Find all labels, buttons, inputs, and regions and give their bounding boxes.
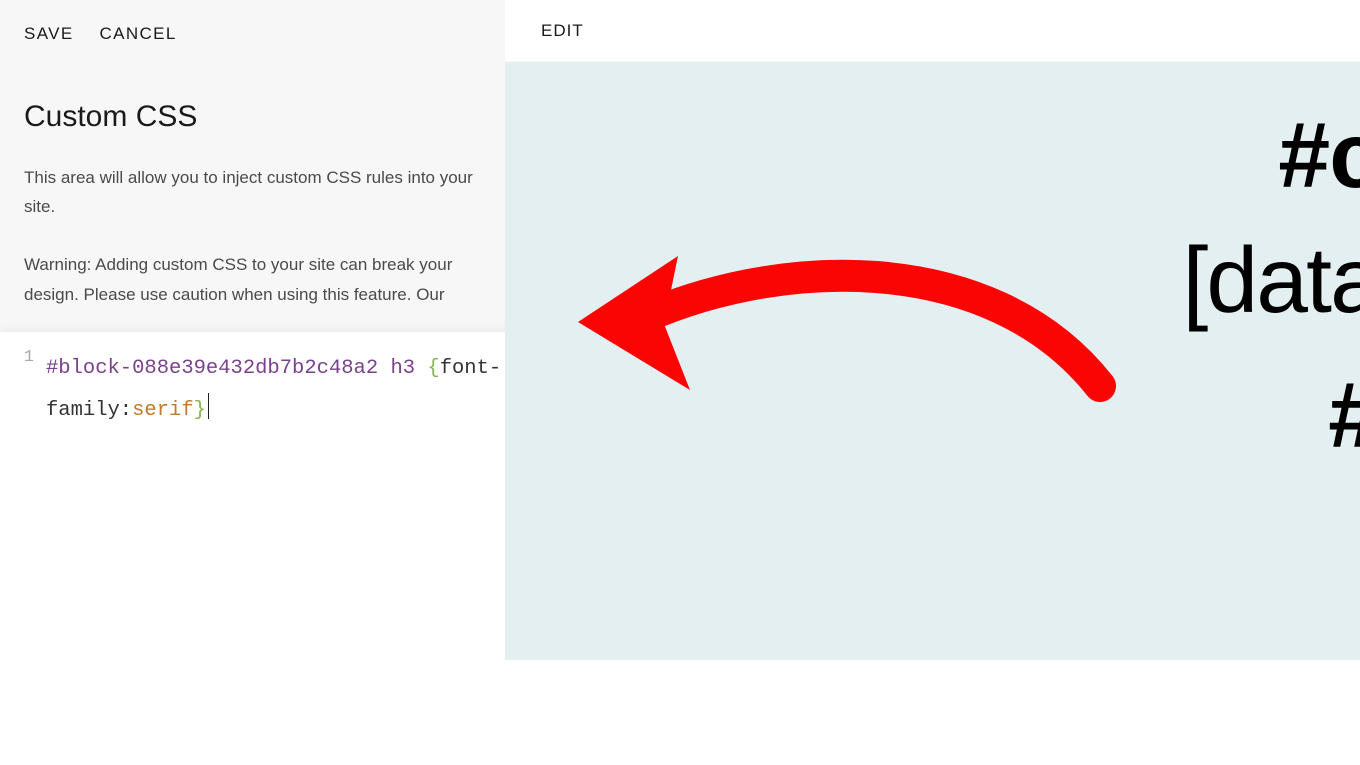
line-number: 1 (24, 348, 34, 367)
save-button[interactable]: SAVE (24, 24, 74, 44)
code-property-part2: family: (46, 399, 132, 422)
preview-heading-2: [data (1182, 227, 1360, 334)
code-brace-open: { (427, 357, 439, 380)
code-brace-close: } (194, 399, 206, 422)
code-value: serif (132, 399, 194, 422)
preview-heading-3: # (1328, 362, 1360, 469)
edit-button[interactable]: EDIT (541, 21, 584, 41)
site-preview[interactable]: #c [data # (505, 62, 1360, 660)
line-gutter: 1 (0, 332, 42, 765)
panel-title: Custom CSS (0, 44, 505, 134)
panel-description: This area will allow you to inject custo… (0, 134, 505, 222)
preview-panel: EDIT #c [data # (505, 0, 1360, 765)
text-cursor (208, 393, 210, 419)
code-selector: #block-088e39e432db7b2c48a2 h3 (46, 357, 427, 380)
panel-warning: Warning: Adding custom CSS to your site … (0, 222, 505, 310)
cancel-button[interactable]: CANCEL (100, 24, 177, 44)
code-property-part1: font- (440, 357, 502, 380)
panel-actions: SAVE CANCEL (0, 0, 505, 44)
preview-toolbar: EDIT (505, 0, 1360, 62)
preview-heading-1: #c (1278, 102, 1360, 209)
